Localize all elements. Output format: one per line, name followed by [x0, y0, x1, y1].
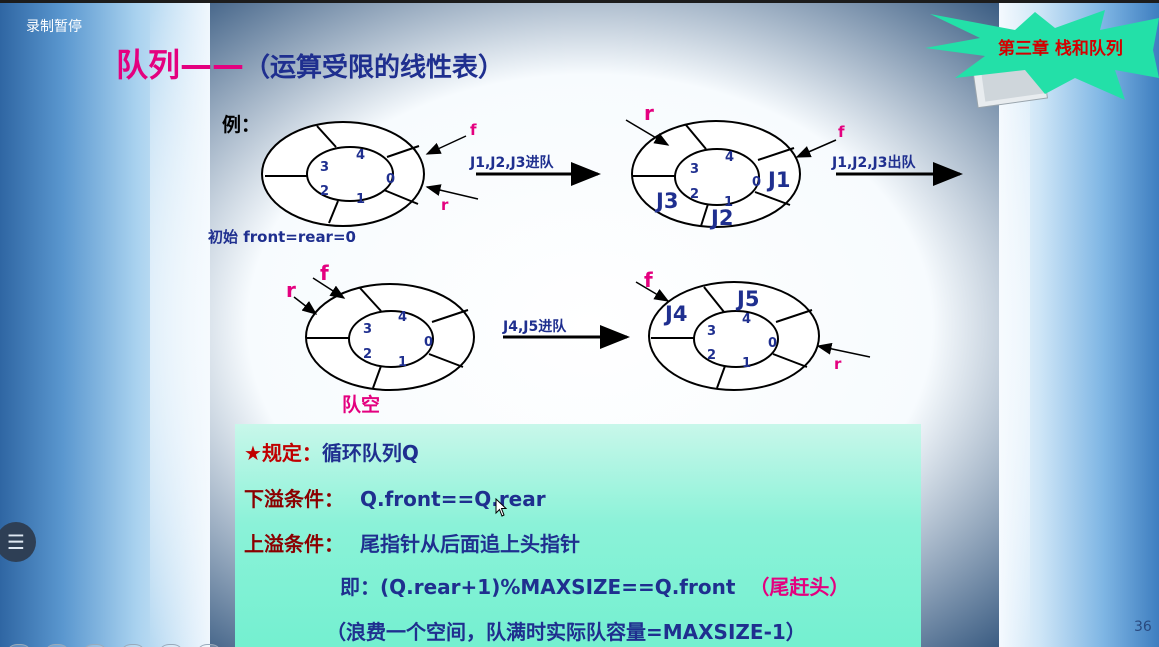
slot-number: 2 [363, 347, 372, 362]
rear-pointer-label: r [834, 355, 842, 373]
slot-number: 3 [320, 160, 329, 175]
underflow-condition: Q.front==Q.rear [360, 487, 546, 511]
front-pointer-label: f [838, 123, 845, 141]
slide-viewer: 录制暂停 队列——（运算受限的线性表） 第三章 栈和队列 例： 0 1 2 3 … [0, 0, 1159, 647]
slot-number: 4 [398, 310, 407, 325]
mouse-cursor-icon [495, 498, 508, 517]
queue-element: J4 [663, 302, 687, 326]
rear-pointer-arrow [293, 296, 318, 315]
queue-initial: 0 1 2 3 4 f r 初始 front=rear=0 [208, 121, 479, 246]
bottom-nav-controls [6, 640, 234, 647]
rear-pointer-label: r [644, 101, 654, 125]
overflow-note-open: （ [749, 575, 770, 599]
slot-number: 0 [424, 335, 433, 350]
queue-inner-ring [348, 310, 434, 368]
underflow-label: 下溢条件： [244, 487, 344, 511]
rule-heading-text: 循环队列Q [321, 441, 419, 465]
transition-label: J1,J2,J3进队 [469, 154, 554, 171]
queue-element: J2 [709, 206, 733, 230]
front-pointer-arrow [795, 139, 837, 158]
transition-label: J4,J5进队 [502, 318, 567, 335]
transition-enqueue-j4-j5: J4,J5进队 [502, 318, 630, 349]
queue-element: J5 [735, 287, 759, 311]
overflow-description: 尾指针从后面追上头指针 [360, 532, 580, 556]
queue-caption: 队空 [342, 393, 380, 416]
slot-number: 4 [725, 150, 734, 165]
star-icon: ★ [244, 441, 262, 465]
slot-number: 0 [768, 336, 777, 351]
queue-empty: 0 1 2 3 4 f r 队空 [286, 261, 475, 416]
slot-number: 3 [363, 322, 372, 337]
waste-note: （浪费一个空间，队满时实际队容量=MAXSIZE-1） [326, 620, 806, 644]
slot-number: 4 [356, 148, 365, 163]
transition-dequeue-j1-j3: J1,J2,J3出队 [831, 154, 963, 186]
slot-number: 1 [356, 192, 365, 207]
overflow-note-close: ） [829, 575, 850, 599]
example-label: 例： [222, 113, 260, 136]
rule-heading-label: 规定： [261, 441, 322, 465]
page-number: 36 [1134, 619, 1152, 635]
slot-number: 4 [742, 312, 751, 327]
transition-label: J1,J2,J3出队 [831, 154, 916, 171]
transition-enqueue-j1-j3: J1,J2,J3进队 [469, 154, 601, 186]
slot-number: 3 [707, 324, 716, 339]
overflow-label: 上溢条件： [244, 532, 344, 556]
overflow-formula: 即：(Q.rear+1)%MAXSIZE==Q.front [340, 575, 736, 599]
rear-pointer-label: r [441, 196, 449, 214]
queue-caption: 初始 front=rear=0 [208, 228, 356, 246]
rule-heading: ★规定：循环队列Q [244, 437, 419, 466]
front-pointer-label: f [470, 121, 477, 139]
rear-pointer-label: r [286, 278, 296, 302]
rear-pointer-arrow [425, 184, 479, 200]
slot-number: 1 [742, 356, 751, 371]
rule-overflow-formula: 即：(Q.rear+1)%MAXSIZE==Q.front （尾赶头） [340, 571, 849, 600]
queue-element: J3 [654, 189, 678, 213]
queue-element: J1 [766, 168, 790, 192]
rule-overflow: 上溢条件： 尾指针从后面追上头指针 [244, 528, 580, 557]
queue-after-enqueue: 0 1 2 3 4 J1 J2 J3 f r [625, 101, 845, 230]
slot-number: 2 [320, 184, 329, 199]
front-pointer-label: f [320, 261, 329, 285]
front-pointer-label: f [644, 268, 653, 292]
slot-number: 2 [690, 187, 699, 202]
overflow-note: 尾赶头 [769, 575, 830, 599]
front-pointer-arrow [425, 135, 467, 155]
slot-number: 0 [386, 172, 395, 187]
slot-number: 1 [398, 355, 407, 370]
slot-number: 0 [752, 175, 761, 190]
rear-pointer-arrow [816, 342, 871, 358]
slot-number: 2 [707, 348, 716, 363]
rule-waste-note: （浪费一个空间，队满时实际队容量=MAXSIZE-1） [326, 616, 806, 645]
queue-after-wraparound: 0 1 2 3 4 J4 J5 f r [635, 268, 871, 391]
queue-inner-ring [674, 148, 760, 206]
slot-number: 3 [690, 162, 699, 177]
